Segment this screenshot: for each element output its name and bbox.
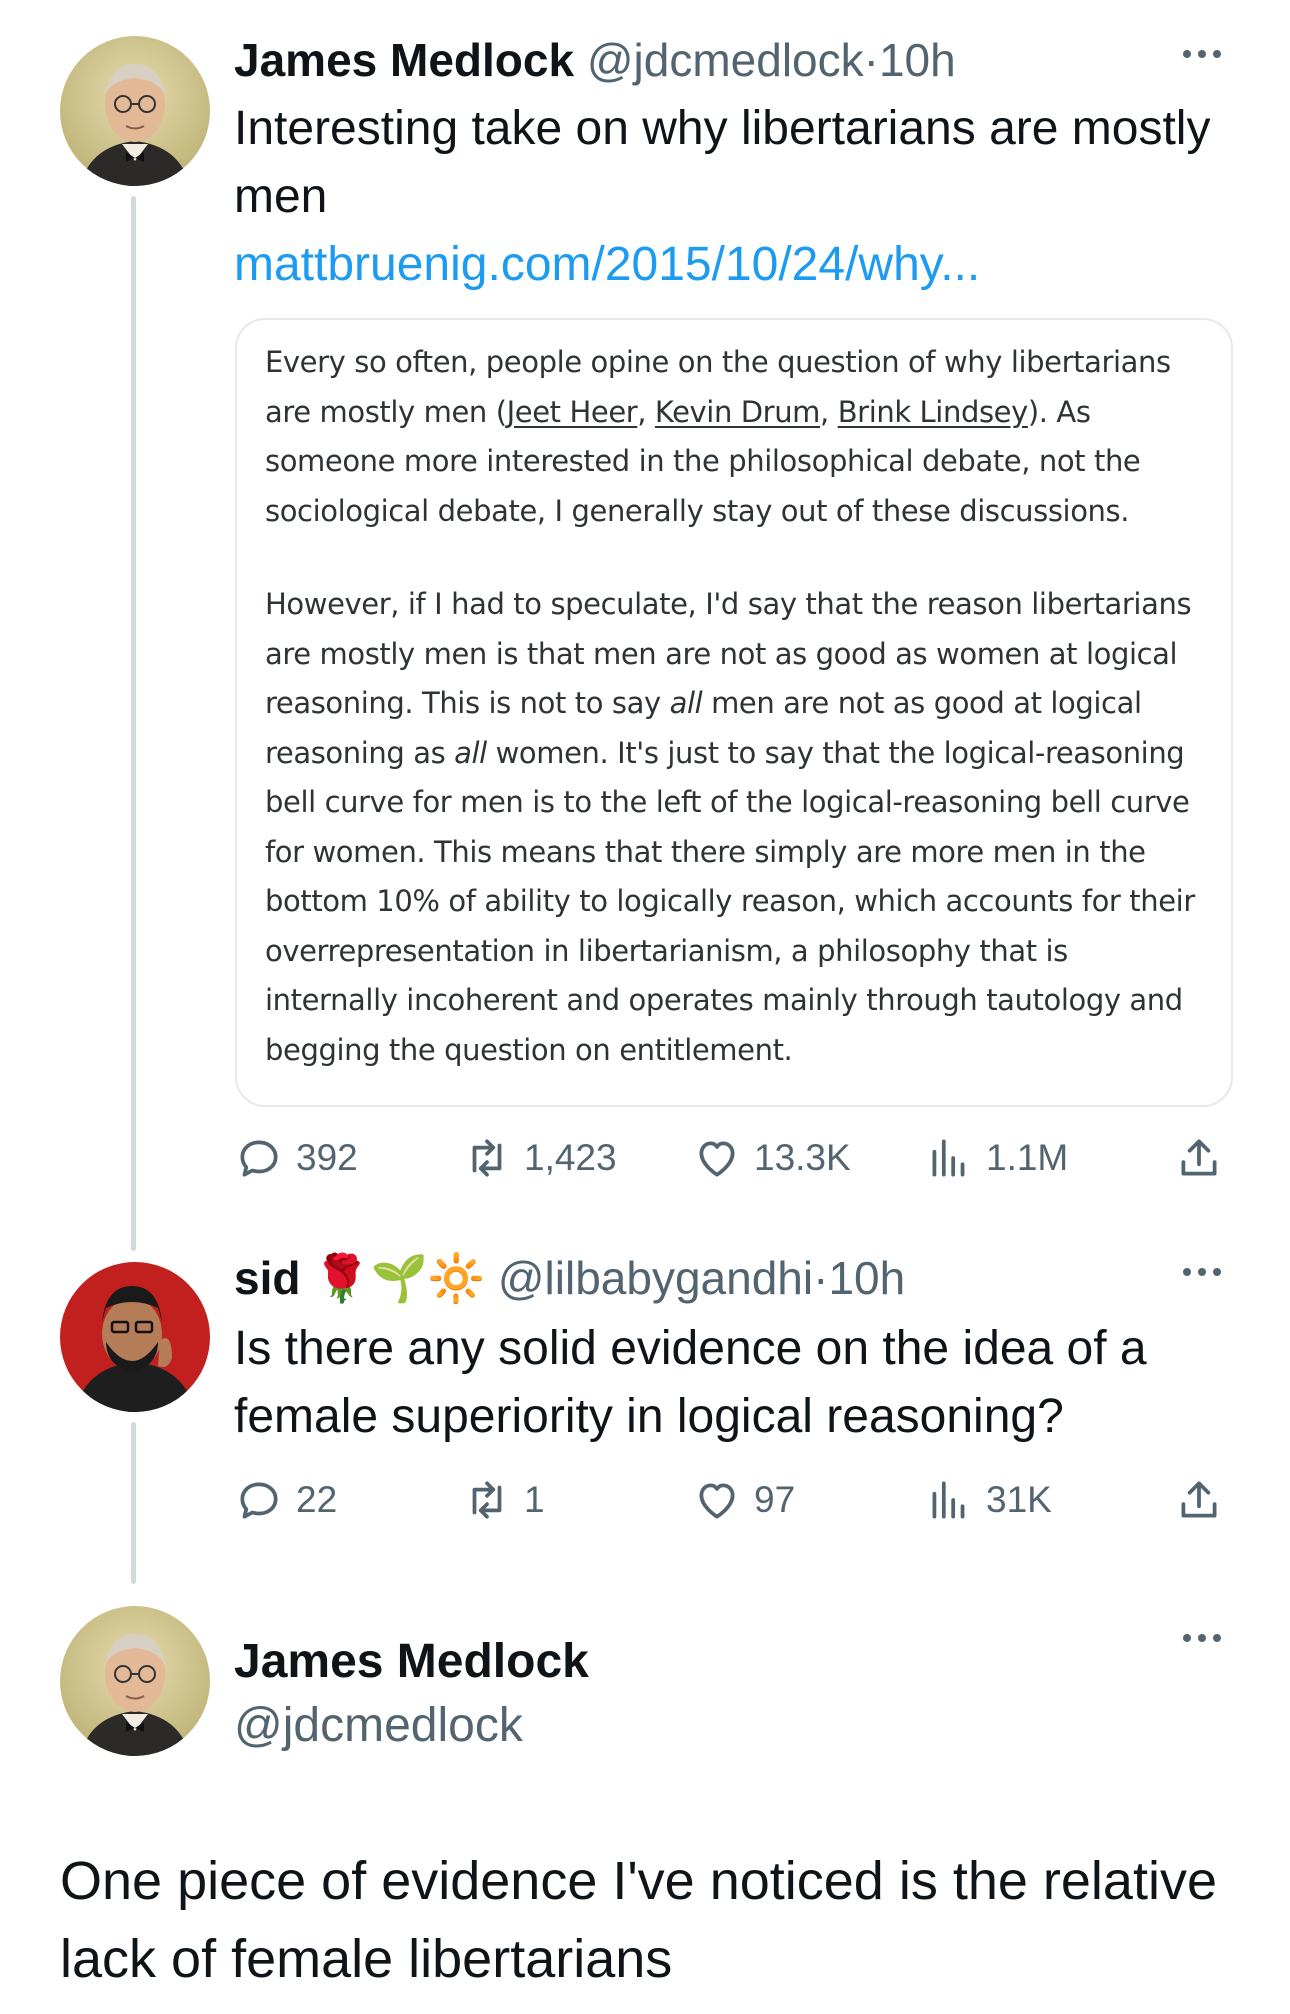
more-icon[interactable]	[1180, 1628, 1224, 1653]
views-button[interactable]: 1.1M	[924, 1128, 1068, 1188]
repost-count: 1	[524, 1479, 545, 1520]
reply-button[interactable]: 22	[234, 1470, 337, 1530]
repost-button[interactable]: 1	[462, 1470, 545, 1530]
like-button[interactable]: 97	[692, 1470, 795, 1530]
avatar-portrait-icon	[60, 36, 210, 186]
avatar-james-medlock[interactable]	[60, 1606, 210, 1756]
avatar-portrait-icon	[60, 1606, 210, 1756]
like-count: 97	[754, 1479, 796, 1520]
handle[interactable]: @jdcmedlock	[234, 1694, 589, 1758]
reply-count: 22	[296, 1479, 338, 1520]
tweet2-actions: 22 1 97 31K	[234, 1470, 1234, 1530]
thread-connector-line-2	[131, 1422, 136, 1584]
thread-connector-line	[131, 196, 136, 1251]
handle[interactable]: @lilbabygandhi	[498, 1252, 813, 1304]
card-paragraph-2: However, if I had to speculate, I'd say …	[265, 587, 1195, 1067]
article-preview-card[interactable]: Every so often, people opine on the ques…	[235, 318, 1233, 1107]
reply-count: 392	[296, 1137, 358, 1178]
share-button[interactable]	[1174, 1470, 1224, 1530]
repost-icon	[462, 1133, 512, 1183]
share-icon	[1174, 1133, 1224, 1183]
tweet-body: Interesting take on why libertarians are…	[234, 102, 1211, 223]
handle[interactable]: @jdcmedlock	[587, 34, 864, 86]
views-button[interactable]: 31K	[924, 1470, 1052, 1530]
views-count: 31K	[986, 1479, 1052, 1520]
tweet1-actions: 392 1,423 13.3K 1.1M	[234, 1128, 1234, 1188]
reply-button[interactable]: 392	[234, 1128, 358, 1188]
avatar-james-medlock[interactable]	[60, 36, 210, 186]
like-count: 13.3K	[754, 1137, 851, 1178]
timestamp[interactable]: 10h	[828, 1252, 905, 1304]
timestamp[interactable]: 10h	[879, 34, 956, 86]
like-icon	[692, 1133, 742, 1183]
tweet1-text: Interesting take on why libertarians are…	[234, 95, 1234, 299]
repost-count: 1,423	[524, 1137, 617, 1178]
card-link-jeet-heer[interactable]: Jeet Heer	[507, 395, 638, 429]
card-link-kevin-drum[interactable]: Kevin Drum	[655, 395, 821, 429]
separator-dot: ·	[863, 34, 879, 86]
avatar-sid[interactable]	[60, 1262, 210, 1412]
card-link-brink-lindsey[interactable]: Brink Lindsey	[838, 395, 1029, 429]
tweet2-text: Is there any solid evidence on the idea …	[234, 1322, 1147, 1443]
repost-icon	[462, 1475, 512, 1525]
tweet2-header: sid 🌹🌱🔆 @lilbabygandhi·10h	[234, 1248, 905, 1308]
views-count: 1.1M	[986, 1137, 1069, 1178]
reply-icon	[234, 1475, 284, 1525]
display-name[interactable]: James Medlock	[234, 34, 574, 86]
name-emojis: 🌹🌱🔆	[313, 1252, 486, 1304]
avatar-photo-icon	[60, 1262, 210, 1412]
views-icon	[924, 1133, 974, 1183]
display-name[interactable]: James Medlock	[234, 1630, 589, 1694]
tweet3-header: James Medlock @jdcmedlock	[234, 1630, 589, 1758]
tweet-link[interactable]: mattbruenig.com/2015/10/24/why...	[234, 238, 980, 291]
share-button[interactable]	[1174, 1128, 1224, 1188]
card-paragraph-1: Every so often, people opine on the ques…	[265, 345, 1171, 528]
tweet1-header: James Medlock @jdcmedlock·10h	[234, 30, 956, 90]
display-name[interactable]: sid	[234, 1252, 300, 1304]
like-button[interactable]: 13.3K	[692, 1128, 851, 1188]
views-icon	[924, 1475, 974, 1525]
like-icon	[692, 1475, 742, 1525]
more-icon[interactable]	[1180, 44, 1224, 69]
separator-dot: ·	[813, 1252, 829, 1304]
share-icon	[1174, 1475, 1224, 1525]
repost-button[interactable]: 1,423	[462, 1128, 617, 1188]
reply-icon	[234, 1133, 284, 1183]
more-icon[interactable]	[1180, 1262, 1224, 1287]
tweet3-text: One piece of evidence I've noticed is th…	[60, 1851, 1217, 1989]
